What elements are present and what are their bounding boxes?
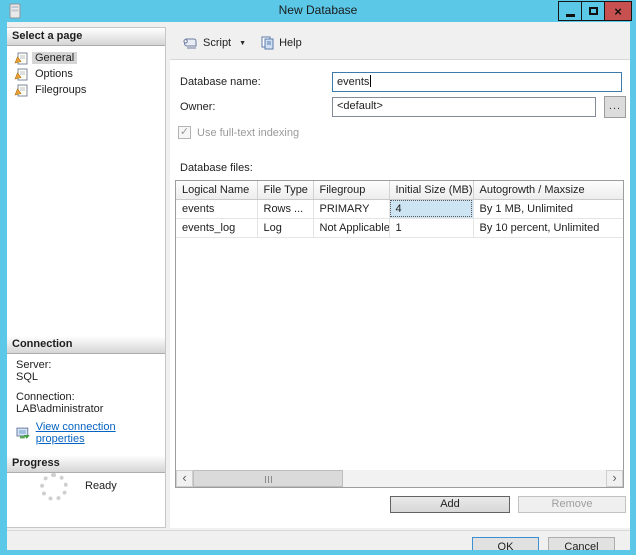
script-button[interactable]: Script (178, 34, 235, 53)
cell-autogrowth[interactable]: By 1 MB, Unlimited (473, 199, 623, 219)
database-files-grid: Logical Name File Type Filegroup Initial… (175, 180, 624, 488)
dialog-body: Select a page General Options Filegroups… (7, 22, 630, 550)
database-files-label: Database files: (180, 162, 253, 174)
page-icon (14, 84, 28, 96)
connection-label: Connection: (16, 391, 75, 403)
maximize-button[interactable] (581, 1, 605, 21)
close-button[interactable]: × (604, 1, 632, 21)
footer-divider (7, 530, 630, 531)
page-icon (14, 68, 28, 80)
cell-filegroup[interactable]: Not Applicable (313, 218, 390, 238)
progress-spinner-icon (40, 473, 68, 501)
column-header: Logical Name (176, 181, 258, 200)
sidebar: Select a page General Options Filegroups… (7, 27, 166, 528)
fulltext-checkbox[interactable]: ✓ (178, 126, 191, 139)
window-title: New Database (278, 3, 358, 17)
sidebar-item-filegroups[interactable]: Filegroups (14, 82, 89, 98)
cell-autogrowth[interactable]: By 10 percent, Unlimited (473, 218, 623, 238)
scrollbar-thumb[interactable] (193, 470, 343, 487)
ok-button[interactable]: OK (472, 537, 539, 550)
minimize-icon (565, 13, 575, 17)
database-name-label: Database name: (180, 76, 261, 88)
add-button[interactable]: Add (390, 496, 510, 513)
select-a-page-header: Select a page (7, 28, 165, 46)
window-controls: × (558, 1, 632, 21)
sidebar-item-label: Options (35, 68, 73, 80)
minimize-button[interactable] (558, 1, 582, 21)
owner-label: Owner: (180, 101, 216, 113)
scroll-right-button[interactable]: › (606, 470, 623, 487)
sidebar-item-label: Filegroups (35, 84, 87, 96)
sidebar-item-general[interactable]: General (14, 50, 78, 66)
cell-initial-size-selected[interactable]: 4 (389, 199, 474, 219)
check-icon: ✓ (179, 126, 190, 138)
scroll-left-button[interactable]: ‹ (176, 470, 193, 487)
new-database-dialog: New Database × Select a page General Opt… (0, 0, 636, 555)
cell-initial-size[interactable]: 1 (389, 218, 474, 238)
connection-properties-icon (16, 427, 30, 439)
table-row: events Rows ... PRIMARY 4 By 1 MB, Unlim… (176, 199, 623, 219)
column-header: Initial Size (MB) (389, 181, 474, 200)
dialog-toolbar: Script ▼ Help (170, 27, 630, 60)
help-button[interactable]: Help (256, 33, 306, 53)
script-dropdown-icon[interactable]: ▼ (239, 40, 246, 47)
close-icon: × (614, 3, 622, 19)
help-label: Help (279, 37, 302, 49)
general-page-content: Database name: events Owner: <default> .… (170, 60, 630, 528)
sidebar-item-label: General (32, 52, 78, 64)
fulltext-checkbox-label: Use full-text indexing (197, 126, 300, 139)
title-bar[interactable]: New Database × (0, 0, 636, 22)
cell-filegroup[interactable]: PRIMARY (313, 199, 390, 219)
column-header: File Type (257, 181, 314, 200)
script-label: Script (203, 37, 232, 49)
script-icon (183, 38, 197, 48)
connection-header: Connection (7, 336, 165, 354)
text-caret (370, 75, 372, 87)
remove-button[interactable]: Remove (518, 496, 626, 513)
database-name-input[interactable]: events (332, 72, 622, 92)
table-header-row: Logical Name File Type Filegroup Initial… (176, 181, 623, 200)
server-value: SQL (16, 371, 39, 383)
cell-file-type[interactable]: Log (257, 218, 314, 238)
cancel-button[interactable]: Cancel (548, 537, 615, 550)
fulltext-checkbox-row: ✓ Use full-text indexing (178, 126, 299, 139)
server-label: Server: (16, 359, 52, 371)
cell-logical-name[interactable]: events_log (176, 218, 258, 238)
cell-logical-name[interactable]: events (176, 199, 258, 219)
view-connection-properties-link[interactable]: View connection properties (36, 421, 165, 445)
progress-status: Ready (85, 480, 117, 492)
progress-header: Progress (7, 455, 165, 473)
column-header: Autogrowth / Maxsize (473, 181, 623, 200)
horizontal-scrollbar[interactable]: ‹ › (176, 470, 623, 487)
owner-browse-button[interactable]: ... (604, 96, 626, 118)
connection-value: LAB\administrator (16, 403, 104, 415)
cell-file-type[interactable]: Rows ... (257, 199, 314, 219)
view-connection-properties-row: View connection properties (16, 421, 165, 445)
sidebar-item-options[interactable]: Options (14, 66, 76, 82)
column-header: Filegroup (313, 181, 390, 200)
help-icon (261, 36, 274, 50)
maximize-icon (588, 7, 598, 15)
page-icon (14, 52, 28, 64)
files-table: Logical Name File Type Filegroup Initial… (176, 181, 623, 238)
scrollbar-grip-icon (268, 476, 269, 483)
table-row: events_log Log Not Applicable 1 By 10 pe… (176, 218, 623, 238)
owner-input[interactable]: <default> (332, 97, 596, 117)
